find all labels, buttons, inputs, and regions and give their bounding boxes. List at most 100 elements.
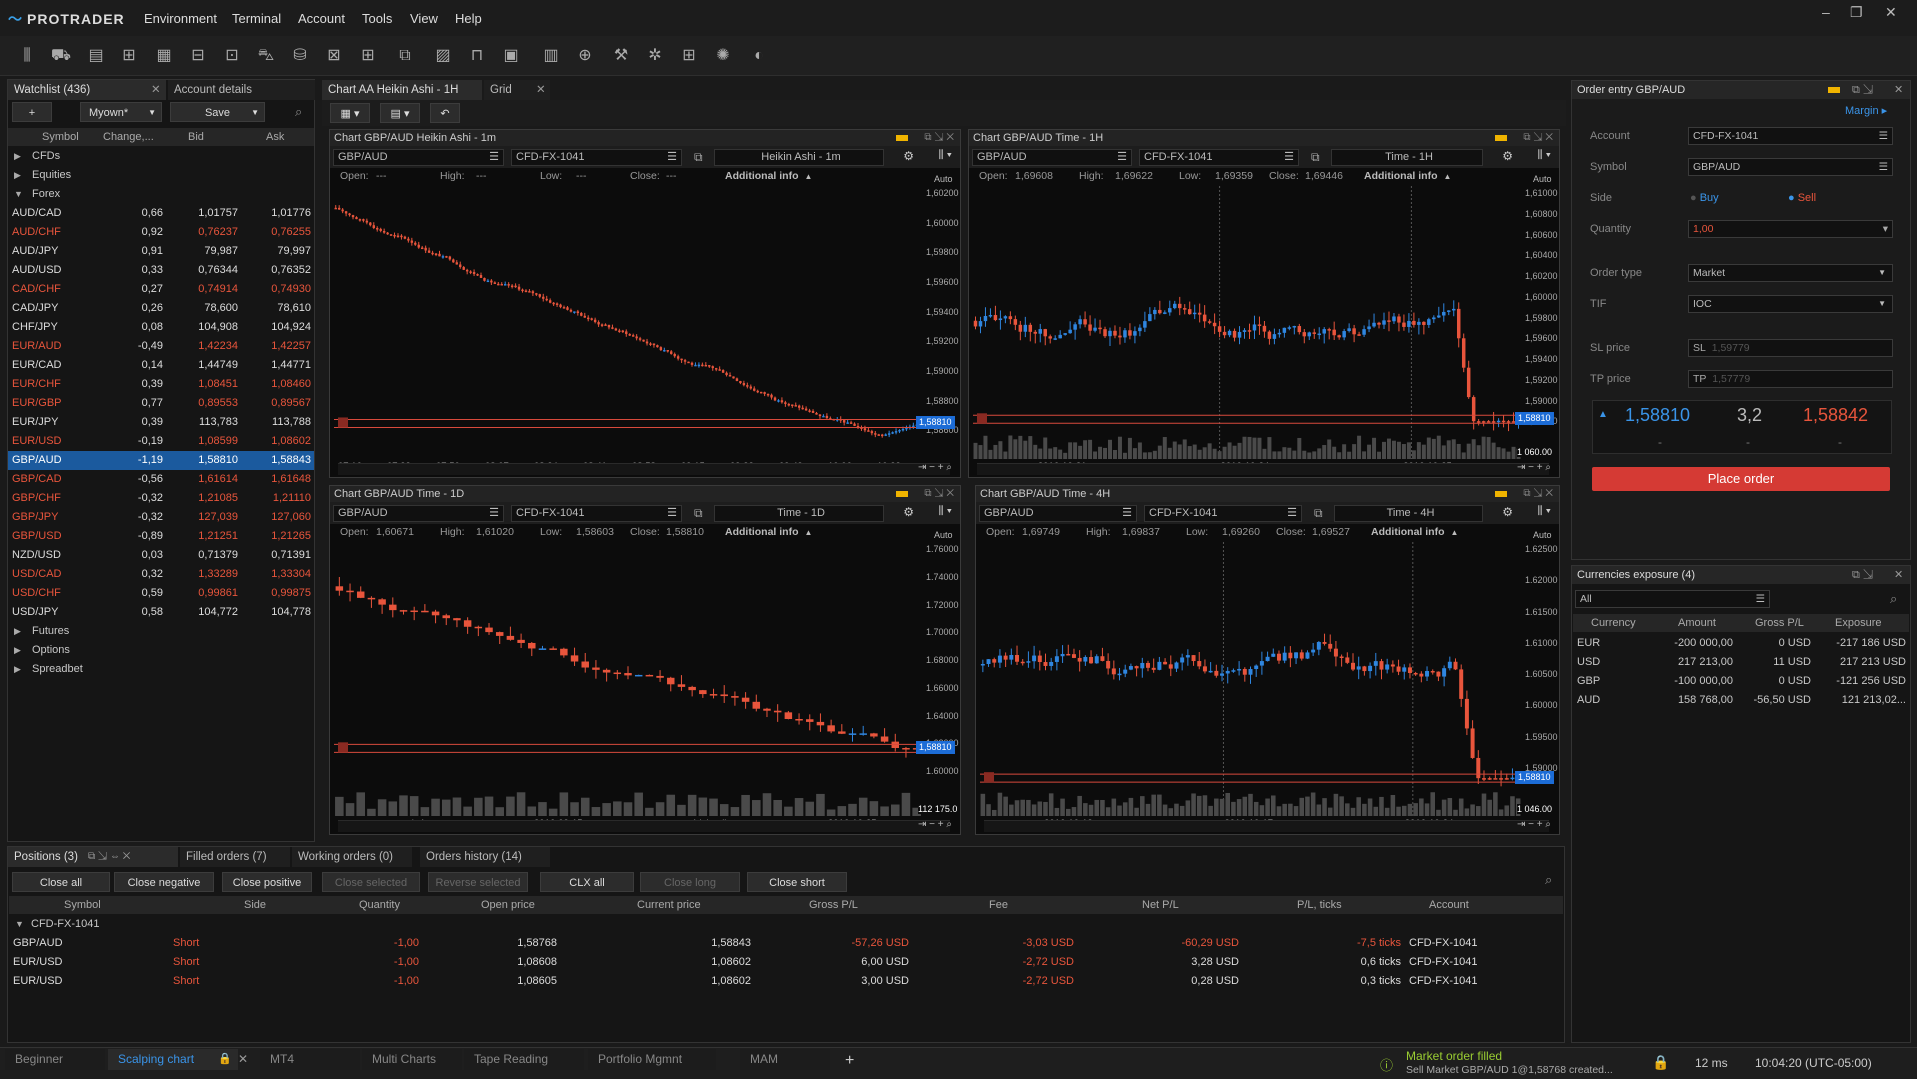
chart-scrollbar[interactable] bbox=[984, 820, 1549, 832]
reports-icon[interactable]: ⧉ bbox=[394, 45, 416, 67]
exposure-row[interactable]: USD 217 213,00 11 USD 217 213 USD bbox=[1573, 653, 1909, 672]
close-icon[interactable]: ✕ bbox=[151, 80, 161, 100]
window-controls-icon[interactable]: ⧉ ⇲ ✕ bbox=[1523, 130, 1553, 146]
settings-icon[interactable]: ⚙ bbox=[1502, 149, 1513, 163]
chart-plot[interactable] bbox=[334, 186, 922, 459]
copy-icon[interactable]: ⧉ bbox=[1311, 150, 1320, 165]
panel-icon[interactable]: ⊓ bbox=[466, 45, 488, 67]
order-type-select[interactable]: Market ▼ bbox=[1688, 264, 1893, 282]
watchlist-select[interactable]: Myown* ▼ bbox=[80, 102, 162, 122]
link-icon[interactable] bbox=[1495, 135, 1507, 141]
col-ask[interactable]: Ask bbox=[266, 128, 284, 146]
alerts-icon[interactable]: ⊞ bbox=[357, 45, 379, 67]
chart-type-icon[interactable]: ⫼ ▾ bbox=[939, 505, 952, 518]
portfolio-icon[interactable]: ⊡ bbox=[221, 45, 243, 67]
watchlist-row[interactable]: USD/JPY 0,58 104,772 104,778 bbox=[8, 603, 314, 622]
window-icon[interactable]: ▥ bbox=[540, 45, 562, 67]
positions-btn-close-all[interactable]: Close all bbox=[12, 872, 110, 892]
positions-btn-close-negative[interactable]: Close negative bbox=[114, 872, 214, 892]
window-controls-icon[interactable]: ⧉ ⇲ ✕ bbox=[924, 130, 954, 146]
tif-select[interactable]: IOC ▼ bbox=[1688, 295, 1893, 313]
chart-symbol-field[interactable]: GBP/AUD ☰ bbox=[972, 149, 1132, 166]
chart-icon[interactable]: ⫼ bbox=[16, 45, 38, 67]
tab-positions-3[interactable]: Orders history (14) bbox=[420, 847, 550, 867]
link-icon[interactable] bbox=[1495, 491, 1507, 497]
zoom-controls-icon[interactable]: ⇥ − + ⌕ bbox=[1517, 462, 1551, 473]
positions-col[interactable]: Net P/L bbox=[1142, 896, 1179, 914]
layout-grid-icon[interactable]: ▦ ▾ bbox=[330, 103, 370, 123]
positions-col[interactable]: Current price bbox=[637, 896, 701, 914]
lock-icon[interactable]: 🔒 bbox=[1652, 1054, 1669, 1071]
minimize-icon[interactable]: – bbox=[1822, 4, 1830, 20]
tab-controls-icon[interactable]: ⧉ ⇲ ⇔ ✕ bbox=[88, 847, 130, 867]
watchlist-row[interactable]: EUR/USD -0,19 1,08599 1,08602 bbox=[8, 432, 314, 451]
cart-icon[interactable]: ⛟ bbox=[50, 45, 72, 67]
watchlist-row[interactable]: EUR/CAD 0,14 1,44749 1,44771 bbox=[8, 356, 314, 375]
additional-info-toggle[interactable]: Additional info ▲ bbox=[1364, 170, 1451, 182]
order-marker-icon[interactable] bbox=[977, 413, 987, 424]
copy-icon[interactable]: ⧉ bbox=[1314, 506, 1323, 521]
tab-positions-1[interactable]: Filled orders (7) bbox=[180, 847, 290, 867]
positions-col[interactable]: Quantity bbox=[359, 896, 400, 914]
positions-col[interactable]: Side bbox=[244, 896, 266, 914]
watchlist-group[interactable]: ▶ CFDs bbox=[8, 147, 314, 166]
sl-price-field[interactable]: SL 1,59779 bbox=[1688, 339, 1893, 357]
positions-btn-close-positive[interactable]: Close positive bbox=[222, 872, 312, 892]
watchlist-row[interactable]: GBP/AUD -1,19 1,58810 1,58843 bbox=[8, 451, 314, 470]
settings-icon[interactable]: ⚙ bbox=[903, 149, 914, 163]
watchlist-group[interactable]: ▶ Spreadbet bbox=[8, 660, 314, 679]
link-icon[interactable] bbox=[896, 135, 908, 141]
chart-plot[interactable] bbox=[334, 542, 922, 816]
additional-info-toggle[interactable]: Additional info ▲ bbox=[725, 170, 812, 182]
auto-scale-toggle[interactable]: Auto bbox=[1533, 174, 1552, 184]
close-icon[interactable]: ✕ bbox=[238, 1049, 248, 1070]
zoom-controls-icon[interactable]: ⇥ − + ⌕ bbox=[918, 462, 952, 473]
chart-plot[interactable] bbox=[973, 186, 1521, 459]
save-button[interactable]: Save ▼ bbox=[170, 102, 265, 122]
search-icon[interactable]: ⌕ bbox=[1545, 872, 1552, 888]
additional-info-toggle[interactable]: Additional info ▲ bbox=[725, 526, 812, 538]
menu-terminal[interactable]: Terminal bbox=[232, 11, 281, 26]
chevron-down-icon[interactable]: ▾ bbox=[1883, 221, 1888, 237]
positions-col[interactable]: P/L, ticks bbox=[1297, 896, 1342, 914]
auto-scale-toggle[interactable]: Auto bbox=[934, 174, 953, 184]
tab-positions-0[interactable]: Positions (3) ⧉ ⇲ ⇔ ✕ bbox=[8, 847, 178, 867]
link-icon[interactable] bbox=[896, 491, 908, 497]
ask-price[interactable]: 1,58842 bbox=[1803, 405, 1868, 426]
quantity-stepper[interactable]: 1,00 ▾ bbox=[1688, 220, 1893, 238]
chart-type-icon[interactable]: ⫼ ▾ bbox=[1538, 505, 1551, 518]
menu-environment[interactable]: Environment bbox=[144, 11, 217, 26]
settings-icon[interactable]: ⚙ bbox=[1502, 505, 1513, 519]
auto-scale-toggle[interactable]: Auto bbox=[1533, 530, 1552, 540]
add-symbol-button[interactable]: + bbox=[12, 102, 52, 122]
workspace-tab[interactable]: MT4 bbox=[260, 1049, 360, 1070]
watchlist-row[interactable]: AUD/CHF 0,92 0,76237 0,76255 bbox=[8, 223, 314, 242]
tab-grid[interactable]: Grid ✕ bbox=[484, 80, 550, 100]
undo-icon[interactable]: ↶ bbox=[430, 103, 460, 123]
watchlist-row[interactable]: EUR/GBP 0,77 0,89553 0,89567 bbox=[8, 394, 314, 413]
search-icon[interactable]: ⌕ bbox=[1890, 591, 1897, 607]
maximize-icon[interactable]: ❐ bbox=[1850, 4, 1863, 21]
side-sell-radio[interactable]: ● Sell bbox=[1788, 192, 1816, 204]
table-row[interactable]: EUR/USD Short -1,00 1,08605 1,08602 3,00 USD -… bbox=[9, 972, 1563, 991]
menu-account[interactable]: Account bbox=[298, 11, 345, 26]
additional-info-toggle[interactable]: Additional info ▲ bbox=[1371, 526, 1458, 538]
workspace-tab[interactable]: Portfolio Mgmnt bbox=[588, 1049, 716, 1070]
chart-symbol-field[interactable]: GBP/AUD ☰ bbox=[333, 149, 504, 166]
account-icon[interactable]: ▨ bbox=[432, 45, 454, 67]
theme-icon[interactable]: ◐ bbox=[748, 45, 770, 67]
lock-order-icon[interactable]: ⛁ bbox=[289, 45, 311, 67]
workspace-tab[interactable]: Beginner bbox=[5, 1049, 105, 1070]
tp-price-field[interactable]: TP 1,57779 bbox=[1688, 370, 1893, 388]
workspace-tab[interactable]: Scalping chart 🔒 ✕ bbox=[108, 1049, 248, 1070]
chart-symbol-field[interactable]: GBP/AUD ☰ bbox=[333, 505, 504, 522]
search-icon[interactable]: ⌕ bbox=[295, 104, 302, 120]
watchlist-group[interactable]: ▼ Forex bbox=[8, 185, 314, 204]
zoom-controls-icon[interactable]: ⇥ − + ⌕ bbox=[918, 819, 952, 830]
col-symbol[interactable]: Symbol bbox=[42, 128, 79, 146]
chart-account-field[interactable]: CFD-FX-1041 ☰ bbox=[1139, 149, 1299, 166]
settings-icon[interactable]: ⚙ bbox=[903, 505, 914, 519]
chart-plot[interactable] bbox=[980, 542, 1521, 816]
watchlist-row[interactable]: EUR/CHF 0,39 1,08451 1,08460 bbox=[8, 375, 314, 394]
quote-icon[interactable]: ⊞ bbox=[118, 45, 140, 67]
